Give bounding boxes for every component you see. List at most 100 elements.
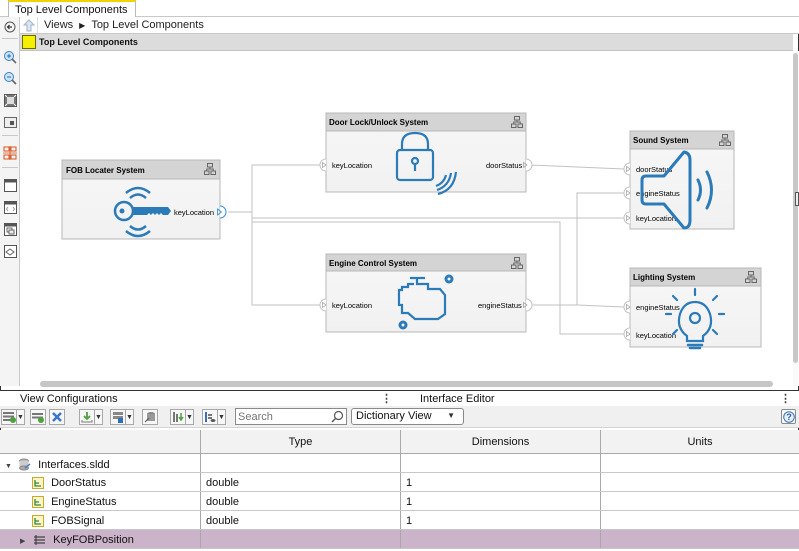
navigate-back-icon[interactable] [2, 19, 18, 35]
units-cell[interactable] [601, 492, 799, 510]
table-header-row: Type Dimensions Units [0, 430, 799, 454]
table-row[interactable]: FOBSignal double 1 [0, 511, 799, 530]
block-engine-control-system[interactable]: Engine Control System keyLocation engine… [319, 253, 533, 333]
panel-menu-icon[interactable]: ⋮ [780, 392, 791, 405]
table-row[interactable]: DoorStatus double 1 [0, 473, 799, 492]
dimensions-cell [401, 454, 601, 472]
panel-menu-icon[interactable]: ⋮ [381, 392, 392, 405]
interface-editor-toolbar: ▼ ▼ ▼ ▼ ▼ Dictionary View ▼ ? [0, 406, 799, 428]
inport-keylocation[interactable] [319, 158, 327, 172]
inport-enginestatus[interactable] [623, 300, 631, 314]
toolbar-separator [2, 38, 18, 39]
inport-keylocation[interactable] [623, 327, 631, 341]
column-header-units[interactable]: Units [601, 430, 799, 453]
block-lighting-system[interactable]: Lighting System engineStatus keyLocation [623, 267, 762, 350]
save-dictionary-icon [110, 409, 126, 425]
port-label: keyLocation [636, 214, 676, 223]
name-cell: EngineStatus [0, 492, 201, 510]
zoom-out-icon[interactable] [2, 70, 18, 86]
add-element-button[interactable] [30, 409, 46, 425]
document-tabbar: Top Level Components [0, 0, 799, 17]
diagram-canvas[interactable]: FOB Locater System keyLocation Door Lock… [20, 51, 793, 381]
open-dictionary-button[interactable] [142, 409, 158, 425]
interface-table: Type Dimensions Units ▼ Interfaces.sldd … [0, 430, 799, 551]
panel-resize-grip[interactable] [795, 192, 799, 206]
column-header-dimensions[interactable]: Dimensions [401, 430, 601, 453]
add-interface-button[interactable]: ▼ [1, 409, 25, 425]
name-cell: ▶ KeyFOBPosition [0, 530, 201, 548]
type-cell[interactable]: double [201, 473, 401, 491]
inport-enginestatus[interactable] [623, 186, 631, 200]
search-input[interactable] [238, 410, 330, 423]
zoom-in-icon[interactable] [2, 49, 18, 65]
connection-door-to-sound [529, 164, 625, 170]
view-color-swatch[interactable] [22, 35, 36, 49]
dimensions-cell[interactable]: 1 [401, 492, 601, 510]
expand-arrow-icon[interactable]: ▶ [20, 537, 30, 545]
chevron-down-icon: ▼ [447, 411, 455, 420]
dimensions-cell[interactable]: 1 [401, 473, 601, 491]
dimensions-cell[interactable]: 1 [401, 511, 601, 529]
dictionary-name: Interfaces.sldd [38, 459, 110, 471]
help-button[interactable]: ? [781, 409, 796, 424]
dropdown-arrow-icon[interactable]: ▼ [126, 409, 134, 425]
code-view-icon[interactable] [2, 199, 18, 215]
canvas-vertical-scrollbar[interactable] [793, 51, 799, 386]
save-button[interactable]: ▼ [110, 409, 134, 425]
breadcrumb: Views ▶ Top Level Components [20, 17, 799, 34]
dropdown-arrow-icon[interactable]: ▼ [218, 409, 226, 425]
name-cell: FOBSignal [0, 511, 201, 529]
type-cell[interactable]: double [201, 511, 401, 529]
export-icon [170, 409, 186, 425]
column-header-type[interactable]: Type [201, 430, 401, 453]
fit-to-view-icon[interactable] [2, 92, 18, 108]
block-sound-system[interactable]: Sound System doorStatus engineStatus key… [623, 130, 735, 230]
connection-fob-to-sound-key [251, 212, 624, 219]
tab-top-level-components[interactable]: Top Level Components [8, 0, 136, 17]
inport-doorstatus[interactable] [623, 162, 631, 176]
type-cell[interactable] [201, 530, 401, 548]
table-row-selected[interactable]: ▶ KeyFOBPosition [0, 530, 799, 549]
view-mode-dropdown[interactable]: Dictionary View ▼ [351, 408, 464, 425]
help-icon: ? [782, 410, 795, 423]
dropdown-arrow-icon[interactable]: ▼ [95, 409, 103, 425]
interface-name: EngineStatus [51, 496, 117, 508]
subsystem-view-icon[interactable] [2, 221, 18, 237]
export-button[interactable]: ▼ [170, 409, 194, 425]
breadcrumb-top-level-components[interactable]: Top Level Components [91, 19, 204, 31]
port-label: keyLocation [174, 208, 214, 217]
show-view-button[interactable]: ▼ [202, 409, 226, 425]
column-header-name[interactable] [0, 430, 201, 453]
block-door-lock-system[interactable]: Door Lock/Unlock System keyLocation door… [319, 112, 533, 196]
import-button[interactable]: ▼ [79, 409, 103, 425]
navigate-up-icon[interactable] [20, 17, 38, 33]
dropdown-arrow-icon[interactable]: ▼ [186, 409, 194, 425]
delete-button[interactable] [49, 409, 65, 425]
signal-view-icon[interactable] [2, 243, 18, 259]
vertical-scroll-thumb[interactable] [793, 53, 798, 363]
table-row-dictionary[interactable]: ▼ Interfaces.sldd [0, 454, 799, 473]
units-cell[interactable] [601, 473, 799, 491]
units-cell[interactable] [601, 511, 799, 529]
units-cell [601, 454, 799, 472]
toolbar-separator [2, 135, 18, 136]
zoom-to-selection-icon[interactable] [2, 114, 18, 130]
search-icon[interactable] [331, 410, 344, 426]
inport-keylocation[interactable] [623, 211, 631, 225]
dropdown-arrow-icon[interactable]: ▼ [17, 409, 25, 425]
inport-keylocation[interactable] [319, 298, 327, 312]
arrange-blocks-icon[interactable] [2, 145, 18, 161]
table-row[interactable]: EngineStatus double 1 [0, 492, 799, 511]
add-interface-icon [1, 409, 17, 425]
type-cell[interactable]: double [201, 492, 401, 510]
breadcrumb-views[interactable]: Views [44, 19, 73, 31]
import-icon [79, 409, 95, 425]
search-field[interactable] [235, 408, 347, 425]
window-view-icon[interactable] [2, 177, 18, 193]
expand-arrow-icon[interactable]: ▼ [5, 463, 15, 470]
connection-fob-to-door [228, 164, 320, 213]
canvas-horizontal-scrollbar[interactable] [40, 381, 773, 387]
block-fob-locater-system[interactable]: FOB Locater System keyLocation [61, 159, 227, 240]
units-cell[interactable] [601, 530, 799, 548]
dimensions-cell[interactable] [401, 530, 601, 548]
